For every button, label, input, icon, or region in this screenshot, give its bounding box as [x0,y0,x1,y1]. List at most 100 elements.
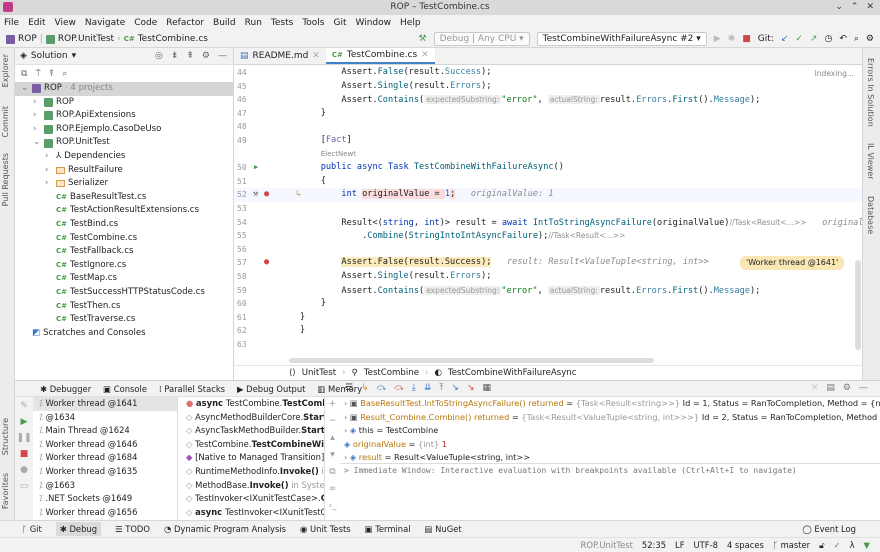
tree-item[interactable]: C# TestActionResultExtensions.cs [15,204,233,218]
status-line-separator[interactable]: LF [675,540,684,550]
tree-item[interactable]: C# TestSuccessHTTPStatusCode.cs [15,286,233,300]
close-window-button[interactable]: ✕ [866,0,874,15]
step-into-icon[interactable]: ⤓ [412,383,416,393]
hide-debug-icon[interactable]: — [859,383,868,393]
breakpoint-icon[interactable]: ● [264,188,269,202]
thread-item[interactable]: ⁒ Worker thread @1646 [33,438,177,452]
tree-item[interactable]: C# TestCombine.cs [15,232,233,246]
tree-item[interactable]: › ROP [15,96,233,110]
expand-arrow-icon[interactable]: › [33,96,41,110]
smart-step-into-icon[interactable]: ⇊ [424,383,432,393]
status-encoding[interactable]: UTF-8 [694,540,718,550]
expand-arrow-icon[interactable]: › [45,164,53,178]
tree-item[interactable]: C# TestBind.cs [15,218,233,232]
tree-item[interactable]: › Serializer [15,177,233,191]
tree-item[interactable]: C# BaseResultTest.cs [15,191,233,205]
variable-row[interactable]: › ◈ result = Result<ValueTuple<string, i… [340,451,880,463]
settings-wrench-icon[interactable]: ✎ [20,401,28,411]
debug-icon[interactable]: ✱ [728,34,736,44]
layout-settings-icon[interactable]: ▤ [826,383,835,393]
tool-tab-dynamic-program-analysis[interactable]: ◔ Dynamic Program Analysis [164,524,286,534]
hide-panel-icon[interactable]: — [218,51,227,61]
expand-arrow-icon[interactable]: › [45,177,53,191]
thread-item[interactable]: ⁒ @1634 [33,411,177,425]
il-viewer-tab[interactable]: IL Viewer [866,143,875,180]
collapse-all-icon[interactable]: ⇞ [186,51,194,61]
menu-git[interactable]: Git [334,15,347,31]
menu-edit[interactable]: Edit [28,15,45,31]
inspection-ok-icon[interactable]: ✓ [834,540,841,550]
debug-tab-parallel-stacks[interactable]: ⁞ Parallel Stacks [159,384,225,394]
menu-view[interactable]: View [55,15,76,31]
tree-item[interactable]: C# TestThen.cs [15,300,233,314]
thread-item[interactable]: ⁒ Worker thread @1656 [33,506,177,520]
tree-item[interactable]: C# TestTraverse.cs [15,313,233,327]
run-to-cursor-icon[interactable]: ↘ [451,383,459,393]
close-tab-icon[interactable]: ✕ [811,383,819,393]
debug-tab-debug-output[interactable]: ▶ Debug Output [237,384,305,394]
menu-help[interactable]: Help [400,15,421,31]
git-update-icon[interactable]: ↙ [781,34,789,44]
stack-frame[interactable]: ◆ [Native to Managed Transition] [180,451,324,465]
stop-icon[interactable]: ■ [742,34,751,44]
panel-settings-icon[interactable]: ⚙ [202,51,210,61]
status-caret-position[interactable]: 52:35 [642,540,666,550]
crumb-namespace[interactable]: UnitTest [302,368,336,378]
tree-item[interactable]: C# TestFallback.cs [15,245,233,259]
tree-item[interactable]: › ResultFailure [15,164,233,178]
thread-item[interactable]: ⁒ Main Thread @1624 [33,424,177,438]
variable-row[interactable]: › ◈ this = TestCombine [340,424,880,438]
expand-arrow-icon[interactable]: ⌄ [21,82,29,96]
stack-frame[interactable]: ◇ MethodBase.Invoke() in System.R [180,479,324,493]
tree-item[interactable]: C# TestIgnore.cs [15,259,233,273]
crumb-file[interactable]: TestCombine.cs [138,34,208,44]
tool-tab-git[interactable]: ᚴ Git [22,524,42,534]
minimize-button[interactable]: ⌄ [835,0,843,15]
crumb-project[interactable]: ROP.UnitTest [58,34,114,44]
tool-tab-debug[interactable]: ✱ Debug [55,522,102,536]
menu-navigate[interactable]: Navigate [85,15,125,31]
menu-window[interactable]: Window [356,15,392,31]
horizontal-scrollbar[interactable] [289,358,654,363]
stack-frame[interactable]: ◇ async TestInvoker<IXunitTestCase> [180,506,324,520]
stack-frame[interactable]: ◇ AsyncTaskMethodBuilder.Start<R [180,424,324,438]
thread-item[interactable]: ⁒ @1663 [33,479,177,493]
run-icon[interactable]: ▶ [714,34,721,44]
tree-item[interactable]: ⌄ ROP.UnitTest [15,136,233,150]
thread-item[interactable]: ⁒ Worker thread @1635 [33,465,177,479]
maximize-button[interactable]: ⌃ [851,0,859,15]
code-editor[interactable]: Indexing... 44 Assert.False(result.Succe… [234,65,862,365]
filter-icon[interactable]: ⍑ [35,69,40,79]
tab-testcombine-cs[interactable]: C# TestCombine.cs ✕ [325,48,435,64]
commit-tool-tab[interactable]: Commit [1,106,10,137]
tree-item[interactable]: › ROP.ApiExtensions [15,109,233,123]
structure-tool-tab[interactable]: Structure [1,418,10,455]
debug-tab-debugger[interactable]: ✱ Debugger [40,384,91,394]
remove-watch-icon[interactable]: − [329,416,337,426]
close-tab-icon[interactable]: ✕ [312,48,320,65]
tree-item[interactable]: ⌄ ROP · 4 projects [15,82,233,96]
favorites-tool-tab[interactable]: Favorites [1,473,10,509]
stack-frame[interactable]: ● async TestCombine.TestCombineWithFailu… [180,397,324,411]
mute-breakpoints-icon[interactable]: ● [20,465,28,475]
tree-item[interactable]: ◩ Scratches and Consoles [15,327,233,341]
tool-tab-terminal[interactable]: ▣ Terminal [365,524,411,534]
immediate-window[interactable]: > Immediate Window: Interactive evaluati… [340,463,880,521]
layout-icon[interactable]: ▭ [20,481,29,491]
stack-frame[interactable]: ◇ AsyncMethodBuilderCore.Start<S [180,411,324,425]
watch-glasses-icon[interactable]: ∞ [329,484,337,494]
tree-item[interactable]: › ⅄ Dependencies [15,150,233,164]
show-execution-point-icon[interactable]: ↳ [361,383,369,393]
menu-file[interactable]: File [4,15,19,31]
expand-arrow-icon[interactable]: › [45,150,53,164]
tab-readme-md[interactable]: ▤ README.md ✕ [234,48,326,64]
status-project[interactable]: ROP.UnitTest [581,540,633,550]
evaluate-expression-icon[interactable]: ▦ [482,383,491,393]
settings-gear-icon[interactable]: ⚙ [866,34,874,44]
step-out-icon[interactable]: ⤒ [439,383,443,393]
locate-icon[interactable]: ◎ [155,51,163,61]
duplicate-icon[interactable]: ⧉ [329,467,335,477]
add-watch-icon[interactable]: + [329,399,337,409]
force-step-over-icon[interactable]: ⤼ [394,383,404,393]
git-commit-icon[interactable]: ✓ [795,34,803,44]
